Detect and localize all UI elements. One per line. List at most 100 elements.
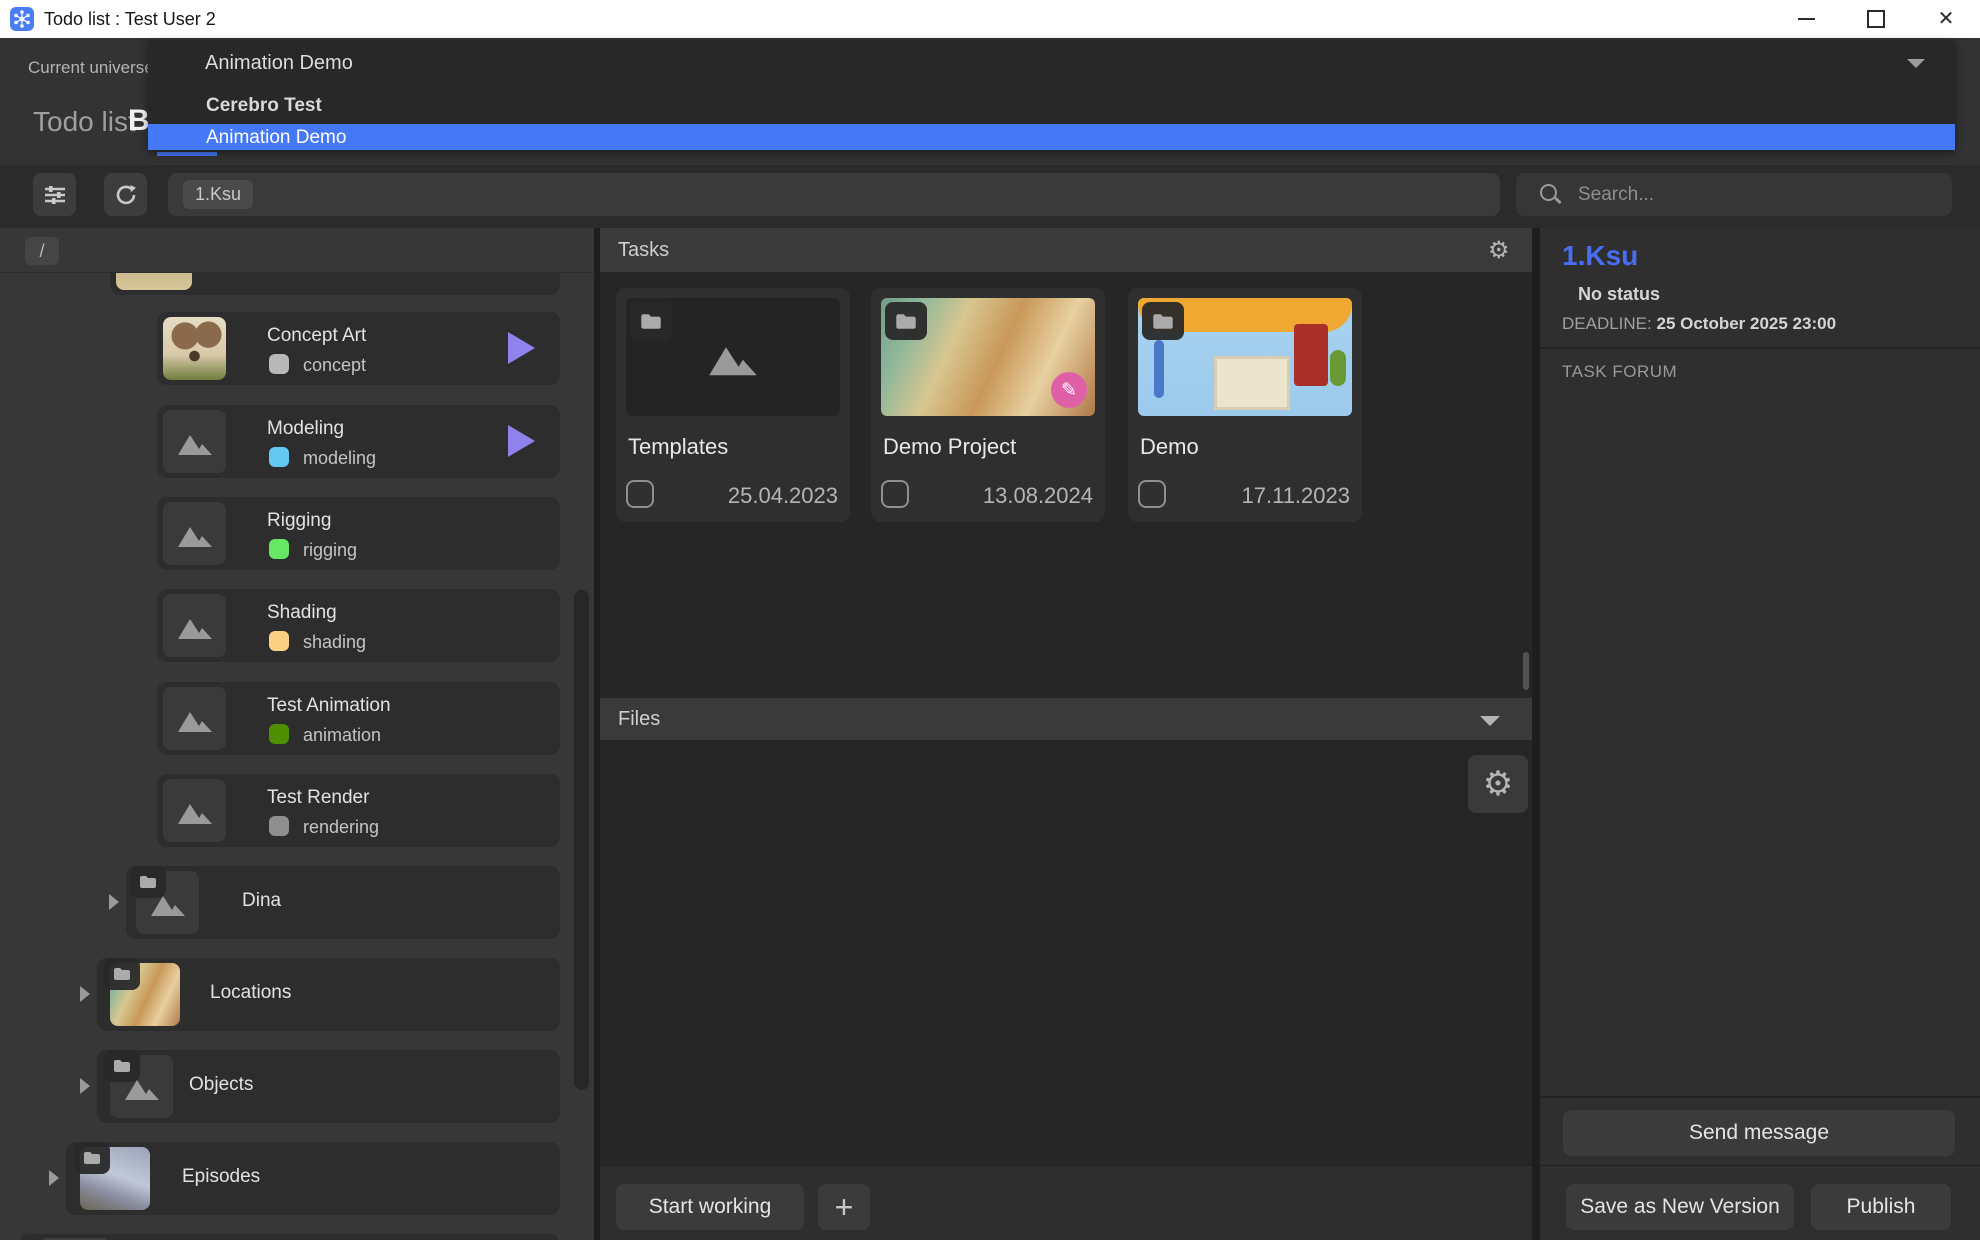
minimize-button[interactable] — [1777, 0, 1835, 38]
application-window: Todo list : Test User 2 ✕ Current univer… — [0, 0, 1980, 1240]
status-label: rigging — [303, 540, 357, 561]
chevron-down-icon — [1907, 59, 1925, 68]
thumbnail-placeholder — [163, 594, 226, 657]
folder-icon — [895, 313, 917, 330]
window-title: Todo list : Test User 2 — [44, 9, 216, 30]
universe-selected-text: Animation Demo — [205, 52, 353, 75]
card-checkbox[interactable] — [881, 480, 909, 508]
tree-item-title: Dina — [242, 890, 281, 912]
send-message-button[interactable]: Send message — [1563, 1110, 1955, 1156]
task-status: No status — [1578, 284, 1660, 305]
tree-row-rigging[interactable]: Rigging rigging — [157, 497, 560, 570]
tasks-scrollbar[interactable] — [1523, 652, 1529, 690]
tree-row-locations[interactable]: Locations — [97, 958, 560, 1031]
annotation-pen-icon: ✎ — [1051, 372, 1087, 408]
card-thumbnail — [1138, 298, 1352, 416]
folder-badge — [630, 302, 672, 340]
expand-arrow-icon[interactable] — [49, 1170, 59, 1186]
card-date: 25.04.2023 — [728, 483, 838, 509]
files-header-title: Files — [618, 708, 660, 731]
folder-badge — [1142, 302, 1184, 340]
tasks-section-header: Tasks ⚙ — [600, 228, 1532, 272]
status-swatch — [269, 447, 289, 467]
start-working-button[interactable]: Start working — [616, 1184, 804, 1230]
tree-row-dina[interactable]: Dina — [126, 866, 560, 939]
task-card-demo-project[interactable]: ✎ Demo Project 13.08.2024 — [871, 288, 1105, 522]
search-icon — [1540, 184, 1557, 201]
status-swatch — [269, 724, 289, 744]
bottom-action-bar-right: Save as New Version Publish — [1540, 1165, 1980, 1240]
minimize-icon — [1798, 18, 1815, 20]
thumbnail-placeholder — [163, 410, 226, 473]
tree-item-title: Modeling — [267, 418, 344, 440]
refresh-button[interactable] — [104, 173, 147, 216]
tree-row-test-render[interactable]: Test Render rendering — [157, 774, 560, 847]
tree-row-modeling[interactable]: Modeling modeling — [157, 405, 560, 478]
status-label: shading — [303, 632, 366, 653]
card-name: Demo — [1140, 434, 1199, 460]
folder-icon — [640, 313, 662, 330]
image-placeholder-icon — [176, 519, 214, 549]
tree-panel-header: / — [0, 228, 594, 273]
card-checkbox[interactable] — [1138, 480, 1166, 508]
plant-shape — [1154, 340, 1164, 398]
add-button[interactable]: + — [818, 1184, 870, 1230]
tree-item-title: Episodes — [182, 1166, 260, 1188]
tree-row-concept-art[interactable]: Concept Art concept — [157, 312, 560, 385]
active-tab-underline — [157, 152, 217, 156]
card-date: 13.08.2024 — [983, 483, 1093, 509]
root-path-chip[interactable]: / — [25, 237, 59, 265]
cactus-shape — [1330, 350, 1346, 386]
card-checkbox[interactable] — [626, 480, 654, 508]
tasks-panel: Tasks ⚙ Templates 25.04.2023 — [600, 228, 1532, 1240]
universe-dropdown: Animation Demo Cerebro Test Animation De… — [148, 40, 1955, 150]
search-input[interactable]: Search... — [1516, 173, 1952, 216]
image-placeholder-icon — [176, 611, 214, 641]
tasks-settings-gear-icon[interactable]: ⚙ — [1488, 236, 1510, 265]
folder-icon — [83, 1151, 101, 1165]
status-swatch — [269, 539, 289, 559]
tree-item-title: Objects — [189, 1074, 253, 1096]
title-bar: Todo list : Test User 2 ✕ — [0, 0, 1980, 39]
tree-row-test-animation[interactable]: Test Animation animation — [157, 682, 560, 755]
tree-row-objects[interactable]: Objects — [97, 1050, 560, 1123]
tab-todo-list[interactable]: Todo list — [33, 106, 136, 138]
expand-arrow-icon[interactable] — [109, 894, 119, 910]
tree-item-title: Test Render — [267, 787, 369, 809]
details-panel: 1.Ksu No status DEADLINE: 25 October 202… — [1540, 228, 1980, 1240]
panel-divider — [1532, 228, 1540, 1240]
tree-row-shading[interactable]: Shading shading — [157, 589, 560, 662]
publish-button[interactable]: Publish — [1811, 1184, 1951, 1230]
section-divider — [1540, 347, 1980, 349]
universe-option-animation-demo[interactable]: Animation Demo — [148, 124, 1955, 150]
tree-item-title: Concept Art — [267, 325, 366, 347]
image-placeholder-icon — [176, 704, 214, 734]
search-placeholder: Search... — [1578, 184, 1654, 206]
folder-icon — [113, 967, 131, 981]
expand-arrow-icon[interactable] — [80, 986, 90, 1002]
play-button[interactable] — [508, 332, 535, 364]
close-button[interactable]: ✕ — [1917, 0, 1975, 38]
universe-option-cerebro-test[interactable]: Cerebro Test — [148, 86, 1955, 124]
save-as-new-version-button[interactable]: Save as New Version — [1566, 1184, 1794, 1230]
folder-icon — [1152, 313, 1174, 330]
task-title: 1.Ksu — [1562, 240, 1638, 272]
tree-row-episodes[interactable]: Episodes — [66, 1142, 560, 1215]
files-section-header[interactable]: Files — [600, 698, 1532, 740]
universe-dropdown-value[interactable]: Animation Demo — [148, 40, 1955, 86]
play-button[interactable] — [508, 425, 535, 457]
filter-button[interactable] — [33, 173, 76, 216]
breadcrumb[interactable]: 1.Ksu — [183, 180, 253, 209]
card-date: 17.11.2023 — [1242, 483, 1350, 509]
files-settings-button[interactable]: ⚙ — [1468, 755, 1528, 813]
expand-arrow-icon[interactable] — [80, 1078, 90, 1094]
tree-row-partial-bottom[interactable] — [19, 1234, 560, 1240]
image-placeholder-icon — [176, 796, 214, 826]
folder-badge — [104, 1050, 140, 1082]
task-card-templates[interactable]: Templates 25.04.2023 — [616, 288, 850, 522]
task-card-demo[interactable]: Demo 17.11.2023 — [1128, 288, 1362, 522]
status-label: animation — [303, 725, 381, 746]
tree-scrollbar[interactable] — [574, 590, 589, 1090]
filter-sliders-icon — [43, 184, 67, 206]
maximize-button[interactable] — [1847, 0, 1905, 38]
